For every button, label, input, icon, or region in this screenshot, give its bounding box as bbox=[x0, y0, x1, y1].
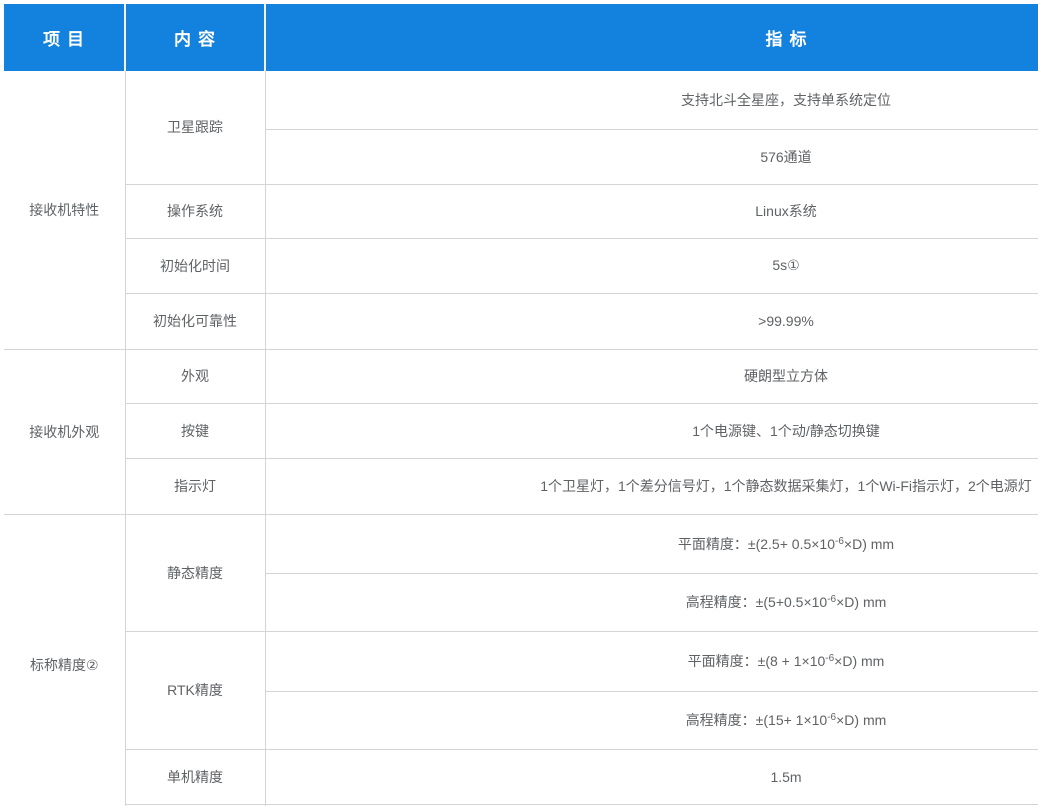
indicator-cell-appearance: 硬朗型立方体 bbox=[265, 349, 1038, 403]
item-cell-receiver-appearance: 接收机外观 bbox=[4, 349, 125, 514]
indicator-cell-init-reliability: >99.99% bbox=[265, 293, 1038, 349]
item-cell-nominal-accuracy: 标称精度② bbox=[4, 514, 125, 806]
table-row: 初始化时间 5s① bbox=[4, 238, 1038, 293]
table-row: 接收机特性 卫星跟踪 支持北斗全星座，支持单系统定位 bbox=[4, 71, 1038, 129]
indicator-cell-rtk-plane: 平面精度：±(8 + 1×10-6×D) mm bbox=[265, 631, 1038, 691]
table-row: 操作系统 Linux系统 bbox=[4, 184, 1038, 238]
table-row: 指示灯 1个卫星灯，1个差分信号灯，1个静态数据采集灯，1个Wi-Fi指示灯，2… bbox=[4, 458, 1038, 514]
table-row: 按键 1个电源键、1个动/静态切换键 bbox=[4, 403, 1038, 458]
indicator-cell-os: Linux系统 bbox=[265, 184, 1038, 238]
indicator-cell-indicator-lights: 1个卫星灯，1个差分信号灯，1个静态数据采集灯，1个Wi-Fi指示灯，2个电源灯 bbox=[265, 458, 1038, 514]
indicator-cell-static-plane: 平面精度：±(2.5+ 0.5×10-6×D) mm bbox=[265, 514, 1038, 573]
indicator-cell-standalone-accuracy: 1.5m bbox=[265, 749, 1038, 804]
indicator-cell-init-time: 5s① bbox=[265, 238, 1038, 293]
indicator-cell-constellation: 支持北斗全星座，支持单系统定位 bbox=[265, 71, 1038, 129]
indicator-cell-channels: 576通道 bbox=[265, 129, 1038, 184]
table-row: RTK精度 平面精度：±(8 + 1×10-6×D) mm bbox=[4, 631, 1038, 691]
indicator-cell-buttons: 1个电源键、1个动/静态切换键 bbox=[265, 403, 1038, 458]
table-row: 接收机外观 外观 硬朗型立方体 bbox=[4, 349, 1038, 403]
spec-table-viewport: 项目 内容 指标 接收机特性 卫星跟踪 支持北斗全星座，支持单系统定位 576通… bbox=[0, 0, 1038, 806]
column-header-indicator: 指标 bbox=[265, 4, 1038, 71]
indicator-cell-rtk-height: 高程精度：±(15+ 1×10-6×D) mm bbox=[265, 691, 1038, 749]
content-cell-rtk-accuracy: RTK精度 bbox=[125, 631, 265, 749]
content-cell-static-accuracy: 静态精度 bbox=[125, 514, 265, 631]
content-cell-buttons: 按键 bbox=[125, 403, 265, 458]
content-cell-indicator-lights: 指示灯 bbox=[125, 458, 265, 514]
header-row: 项目 内容 指标 bbox=[4, 4, 1038, 71]
table-row: 标称精度② 静态精度 平面精度：±(2.5+ 0.5×10-6×D) mm bbox=[4, 514, 1038, 573]
content-cell-standalone-accuracy: 单机精度 bbox=[125, 749, 265, 804]
table-row: 单机精度 1.5m bbox=[4, 749, 1038, 804]
content-cell-appearance: 外观 bbox=[125, 349, 265, 403]
column-header-content: 内容 bbox=[125, 4, 265, 71]
item-cell-receiver-features: 接收机特性 bbox=[4, 71, 125, 349]
column-header-item: 项目 bbox=[4, 4, 125, 71]
indicator-cell-static-height: 高程精度：±(5+0.5×10-6×D) mm bbox=[265, 573, 1038, 631]
content-cell-satellite-tracking: 卫星跟踪 bbox=[125, 71, 265, 184]
content-cell-init-time: 初始化时间 bbox=[125, 238, 265, 293]
content-cell-os: 操作系统 bbox=[125, 184, 265, 238]
table-row: 初始化可靠性 >99.99% bbox=[4, 293, 1038, 349]
content-cell-init-reliability: 初始化可靠性 bbox=[125, 293, 265, 349]
spec-table: 项目 内容 指标 接收机特性 卫星跟踪 支持北斗全星座，支持单系统定位 576通… bbox=[4, 4, 1038, 806]
